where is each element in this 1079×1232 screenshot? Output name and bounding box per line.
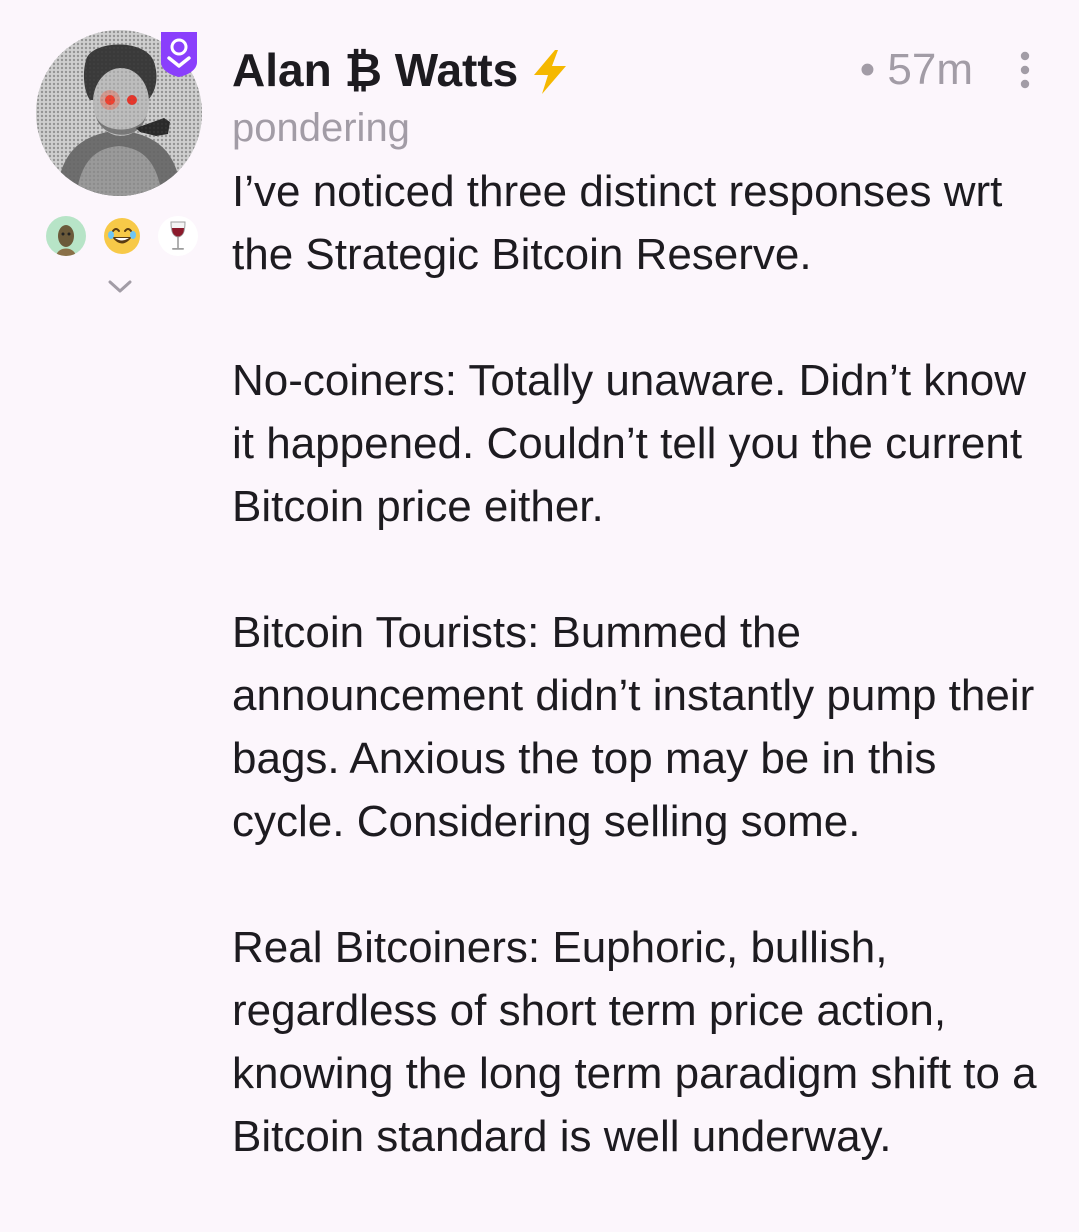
note-post: Alan ₿ Watts • 57m pondering I’ve notice… [0, 0, 1079, 1232]
author-status: pondering [232, 106, 410, 150]
laughing-face-icon [102, 216, 142, 256]
author-name[interactable]: Alan ₿ Watts [232, 40, 518, 100]
post-header: Alan ₿ Watts • 57m [232, 40, 1039, 100]
post-timestamp: • 57m [859, 45, 973, 94]
chevron-down-icon[interactable] [104, 274, 136, 298]
wine-glass-icon [158, 216, 198, 256]
more-vertical-icon[interactable] [1015, 48, 1035, 92]
post-paragraph: Bitcoin Tourists: Bummed the announcemen… [232, 608, 1035, 846]
alien-icon [46, 216, 86, 256]
post-paragraph: Real Bitcoiners: Euphoric, bullish, rega… [232, 923, 1037, 1161]
post-paragraph: No-coiners: Totally unaware. Didn’t know… [232, 356, 1026, 531]
post-paragraph: I’ve noticed three distinct responses wr… [232, 167, 1003, 279]
post-content: I’ve noticed three distinct responses wr… [232, 160, 1052, 1168]
reaction-avatars[interactable] [46, 216, 198, 256]
lightning-bolt-icon[interactable] [528, 48, 572, 96]
shield-verified-icon [158, 30, 200, 78]
